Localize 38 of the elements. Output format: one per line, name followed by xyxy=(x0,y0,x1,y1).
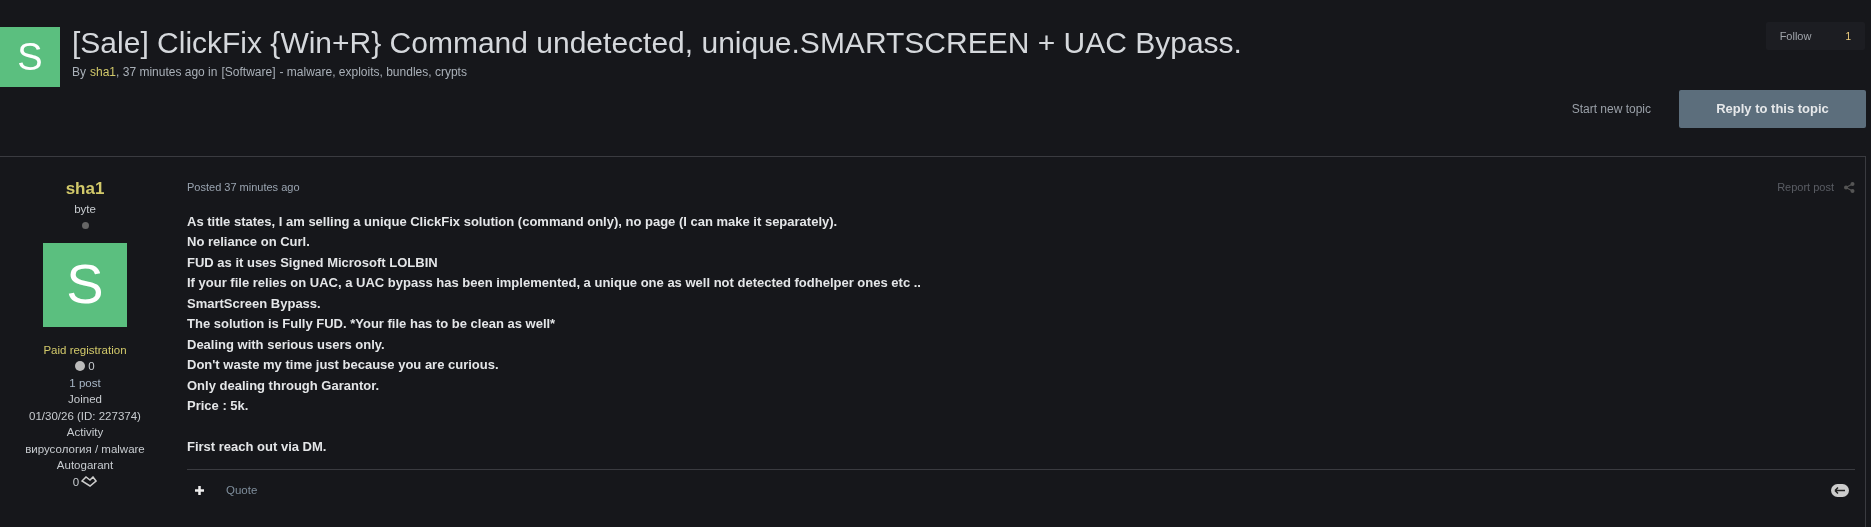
joined-date: 01/30/26 (ID: 227374) xyxy=(29,408,141,424)
quote-link[interactable]: Quote xyxy=(226,482,258,500)
reply-button[interactable]: Reply to this topic xyxy=(1679,90,1866,128)
back-arrow-icon[interactable] xyxy=(1831,484,1849,498)
post-time: , 37 minutes ago in xyxy=(116,64,218,81)
author-group: Paid registration xyxy=(43,341,127,358)
post-text-line: Only dealing through Garantor. xyxy=(187,376,381,395)
start-new-topic-link[interactable]: Start new topic xyxy=(1571,100,1651,118)
post-text-line: No reliance on Curl. xyxy=(187,233,311,251)
post-text-line: Price : 5k. xyxy=(187,397,250,415)
autogarant-label: Autogarant xyxy=(56,458,114,473)
activity-value: вирусология / malware xyxy=(25,441,145,457)
share-icon[interactable] xyxy=(1844,181,1855,193)
follower-count: 1 xyxy=(1845,29,1851,44)
joined-label: Joined xyxy=(68,392,102,407)
activity-label: Activity xyxy=(66,425,104,440)
forum-description: - malware, exploits, bundles, crypts xyxy=(279,64,467,81)
topic-title: [Sale] ClickFix {Win+R} Command undetected, unique.SMARTSCREEN + UAC Bypass. xyxy=(72,25,1242,61)
post-text-line: Don't waste my time just because you are curious. xyxy=(187,356,500,374)
post-text-line: Dealing with serious users only. xyxy=(187,335,386,354)
post-text-line: As title states, I am selling a unique ClickFix solution (command only), no page (I can make it separately). xyxy=(187,212,839,231)
post-text-line: SmartScreen Bypass. xyxy=(187,294,322,313)
post-text-line: If your file relies on UAC, a UAC bypass has been implemented, a unique one as well not detected fodhelper ones etc .. xyxy=(187,274,922,292)
reputation-count: 0 xyxy=(88,359,95,374)
plus-icon[interactable] xyxy=(195,486,204,496)
byline-label: By xyxy=(72,64,86,81)
post-count[interactable]: 1 post xyxy=(69,374,101,391)
autogarant-count: 0 xyxy=(72,474,80,490)
post-text-line: The solution is Fully FUD. *Your file has to be clean as well* xyxy=(187,315,557,333)
post-text-line: First reach out via DM. xyxy=(187,437,328,456)
forum-link[interactable]: [Software] xyxy=(221,63,276,81)
topic-avatar: S xyxy=(0,27,60,87)
author-rank: byte xyxy=(74,202,96,217)
follow-button[interactable]: Follow 1 xyxy=(1765,22,1865,50)
post-text-line: FUD as it uses Signed Microsoft LOLBIN xyxy=(187,253,439,272)
post-date: Posted 37 minutes ago xyxy=(187,180,300,195)
author-name[interactable]: sha1 xyxy=(65,179,105,199)
author-avatar: S xyxy=(43,242,127,327)
